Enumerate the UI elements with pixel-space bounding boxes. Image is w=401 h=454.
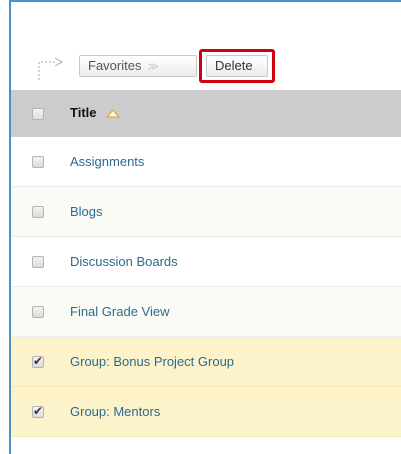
row-checkbox[interactable]: ✔ [32, 354, 44, 368]
table-row[interactable]: ✔ Group: Mentors [11, 387, 401, 437]
table-header: Title [11, 90, 401, 137]
row-title-link[interactable]: Group: Mentors [70, 404, 160, 419]
content-table: Title Assignments Blogs Discussion Board… [11, 90, 401, 437]
row-checkbox[interactable] [32, 256, 44, 268]
table-body: Assignments Blogs Discussion Boards Fina… [11, 137, 401, 437]
row-title-link[interactable]: Final Grade View [70, 304, 169, 319]
checkmark-icon: ✔ [33, 404, 44, 418]
delete-button[interactable]: Delete [206, 55, 268, 77]
sort-ascending-icon[interactable] [106, 109, 121, 118]
checkmark-icon: ✔ [33, 354, 44, 368]
table-row[interactable]: ✔ Group: Bonus Project Group [11, 337, 401, 387]
row-title-link[interactable]: Discussion Boards [70, 254, 178, 269]
row-checkbox[interactable] [32, 306, 44, 318]
row-title-link[interactable]: Group: Bonus Project Group [70, 354, 234, 369]
bent-arrow-icon [38, 57, 64, 80]
row-checkbox[interactable]: ✔ [32, 404, 44, 418]
table-row[interactable]: Assignments [11, 137, 401, 187]
row-title-link[interactable]: Blogs [70, 204, 103, 219]
title-header-label: Title [70, 105, 97, 120]
row-checkbox[interactable] [32, 206, 44, 218]
action-toolbar: Favorites ≫ Delete [11, 48, 401, 84]
table-row[interactable]: Final Grade View [11, 287, 401, 337]
table-row[interactable]: Discussion Boards [11, 237, 401, 287]
favorites-label: Favorites [88, 58, 142, 73]
select-all-checkbox[interactable] [32, 108, 44, 120]
table-row[interactable]: Blogs [11, 187, 401, 237]
title-column-header[interactable]: Title [70, 105, 121, 120]
row-checkbox[interactable] [32, 156, 44, 168]
chevron-down-icon: ≫ [147, 61, 159, 73]
favorites-button[interactable]: Favorites ≫ [79, 55, 197, 77]
row-title-link[interactable]: Assignments [70, 154, 144, 169]
content-frame: Favorites ≫ Delete Title Assignments Blog… [9, 0, 401, 454]
